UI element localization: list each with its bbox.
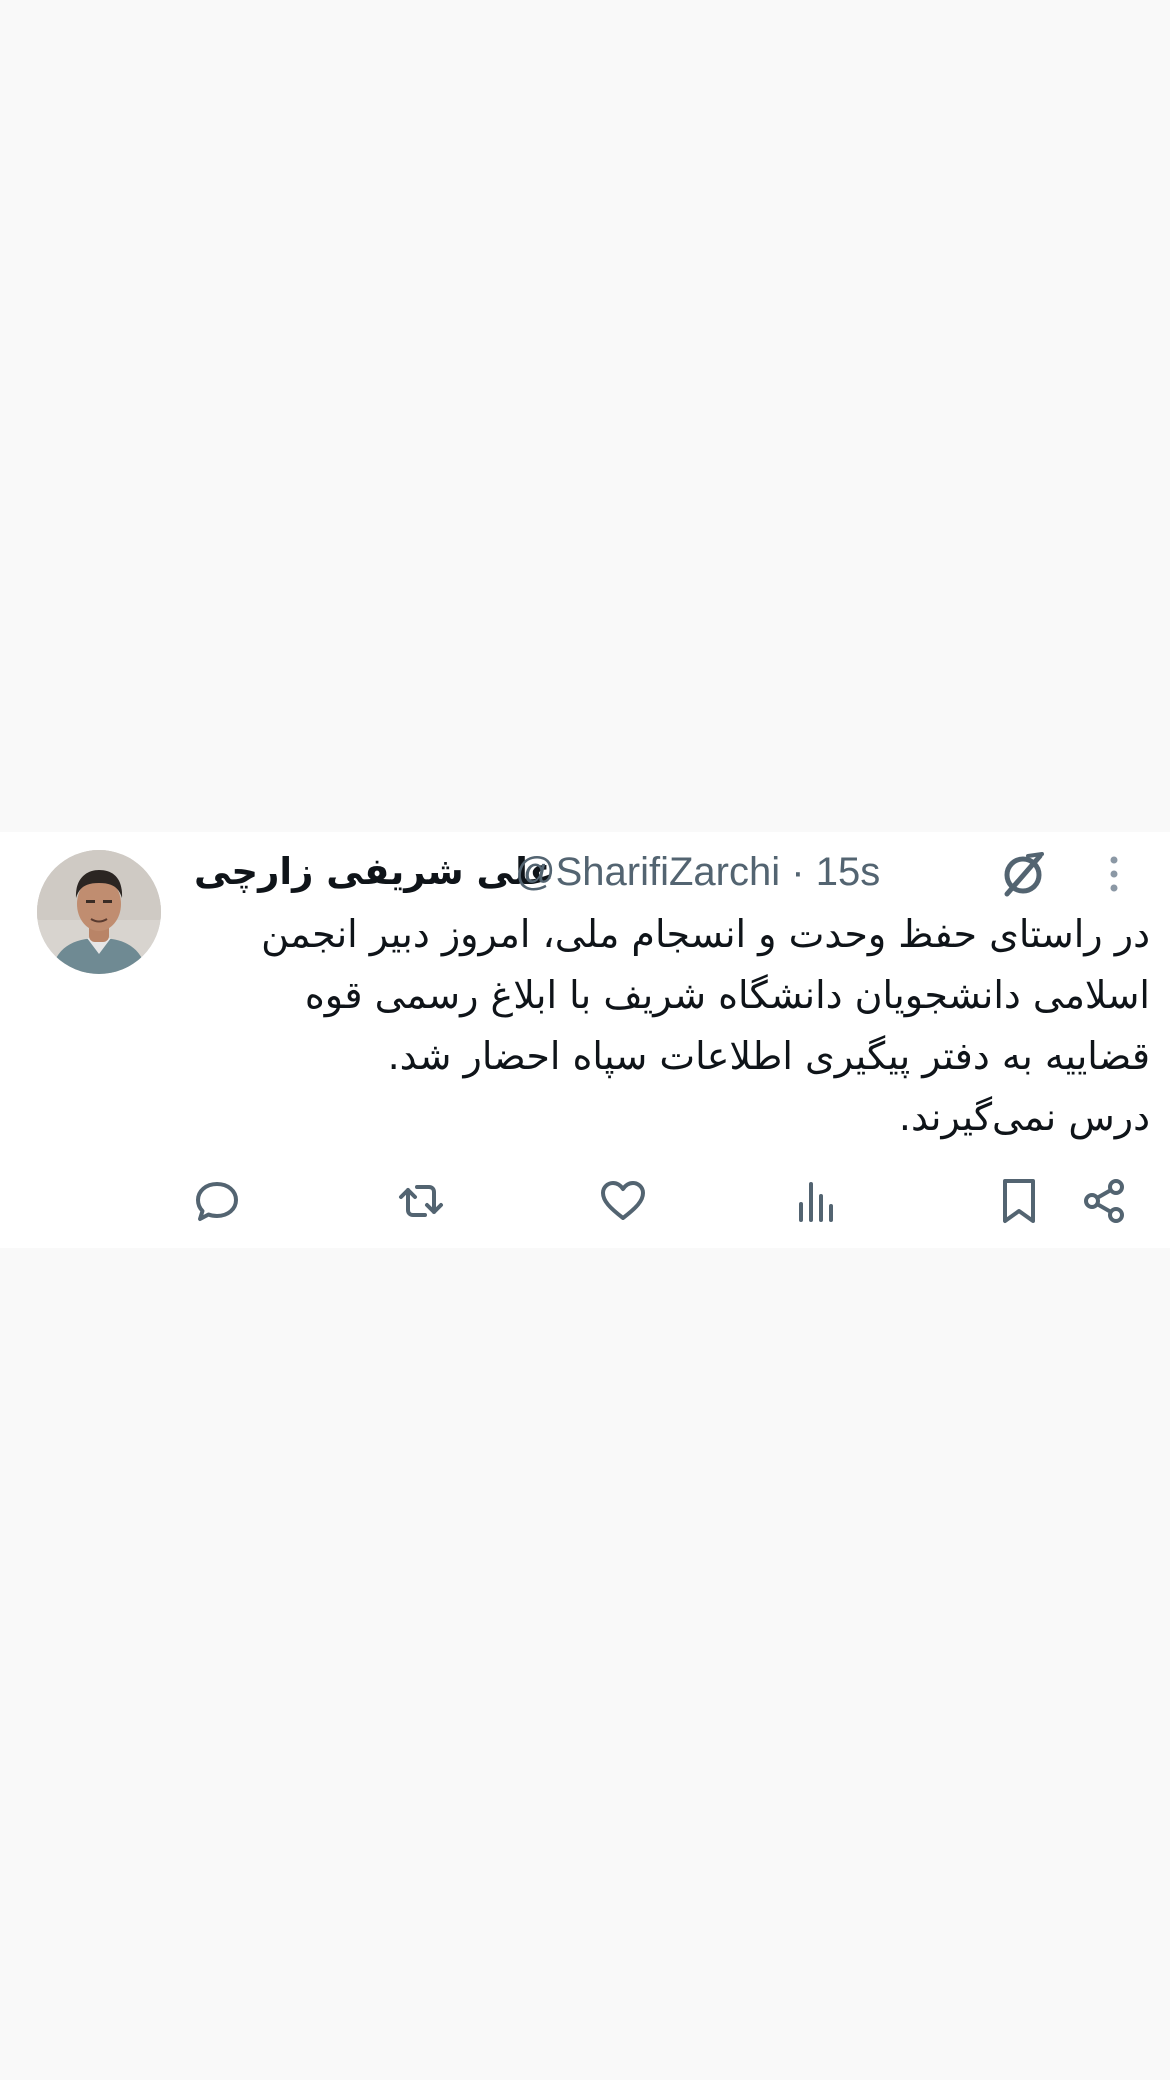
tweet-timestamp[interactable]: 15s [816, 850, 881, 894]
handle-and-time: @SharifiZarchi · 15s [515, 850, 880, 895]
tweet-text: در راستای حفظ وحدت و انسجام ملی، امروز د… [200, 904, 1150, 1148]
tweet-text-line: اسلامی دانشجویان دانشگاه شریف با ابلاغ ر… [304, 973, 1150, 1017]
separator-dot: · [791, 850, 805, 894]
share-button[interactable] [1080, 1176, 1130, 1226]
tweet-card[interactable]: علی شریفی زارچی @SharifiZarchi · 15s در … [0, 832, 1170, 1248]
retweet-button[interactable] [396, 1176, 446, 1226]
more-vertical-icon[interactable] [1102, 852, 1126, 900]
author-display-name[interactable]: علی شریفی زارچی [194, 850, 554, 893]
tweet-header: علی شریفی زارچی @SharifiZarchi · 15s [190, 842, 1150, 904]
retweet-icon [399, 1185, 443, 1217]
reply-icon [196, 1182, 238, 1221]
like-button[interactable] [598, 1176, 648, 1226]
tweet-text-line: درس نمی‌گیرند. [898, 1095, 1150, 1139]
heart-icon [601, 1181, 645, 1220]
reply-button[interactable] [192, 1176, 242, 1226]
bookmark-button[interactable] [994, 1176, 1044, 1226]
avatar[interactable] [37, 850, 161, 974]
author-handle[interactable]: @SharifiZarchi [515, 850, 780, 894]
views-icon [799, 1182, 833, 1222]
views-button[interactable] [792, 1176, 842, 1226]
bookmark-icon [1003, 1179, 1035, 1223]
grok-icon[interactable] [998, 850, 1048, 900]
user-photo-icon [37, 850, 161, 974]
action-bar [0, 1176, 1170, 1232]
share-icon [1084, 1179, 1124, 1223]
tweet-text-line: در راستای حفظ وحدت و انسجام ملی، امروز د… [261, 912, 1150, 956]
tweet-text-line: قضاییه به دفتر پیگیری اطلاعات سپاه احضار… [387, 1034, 1150, 1078]
